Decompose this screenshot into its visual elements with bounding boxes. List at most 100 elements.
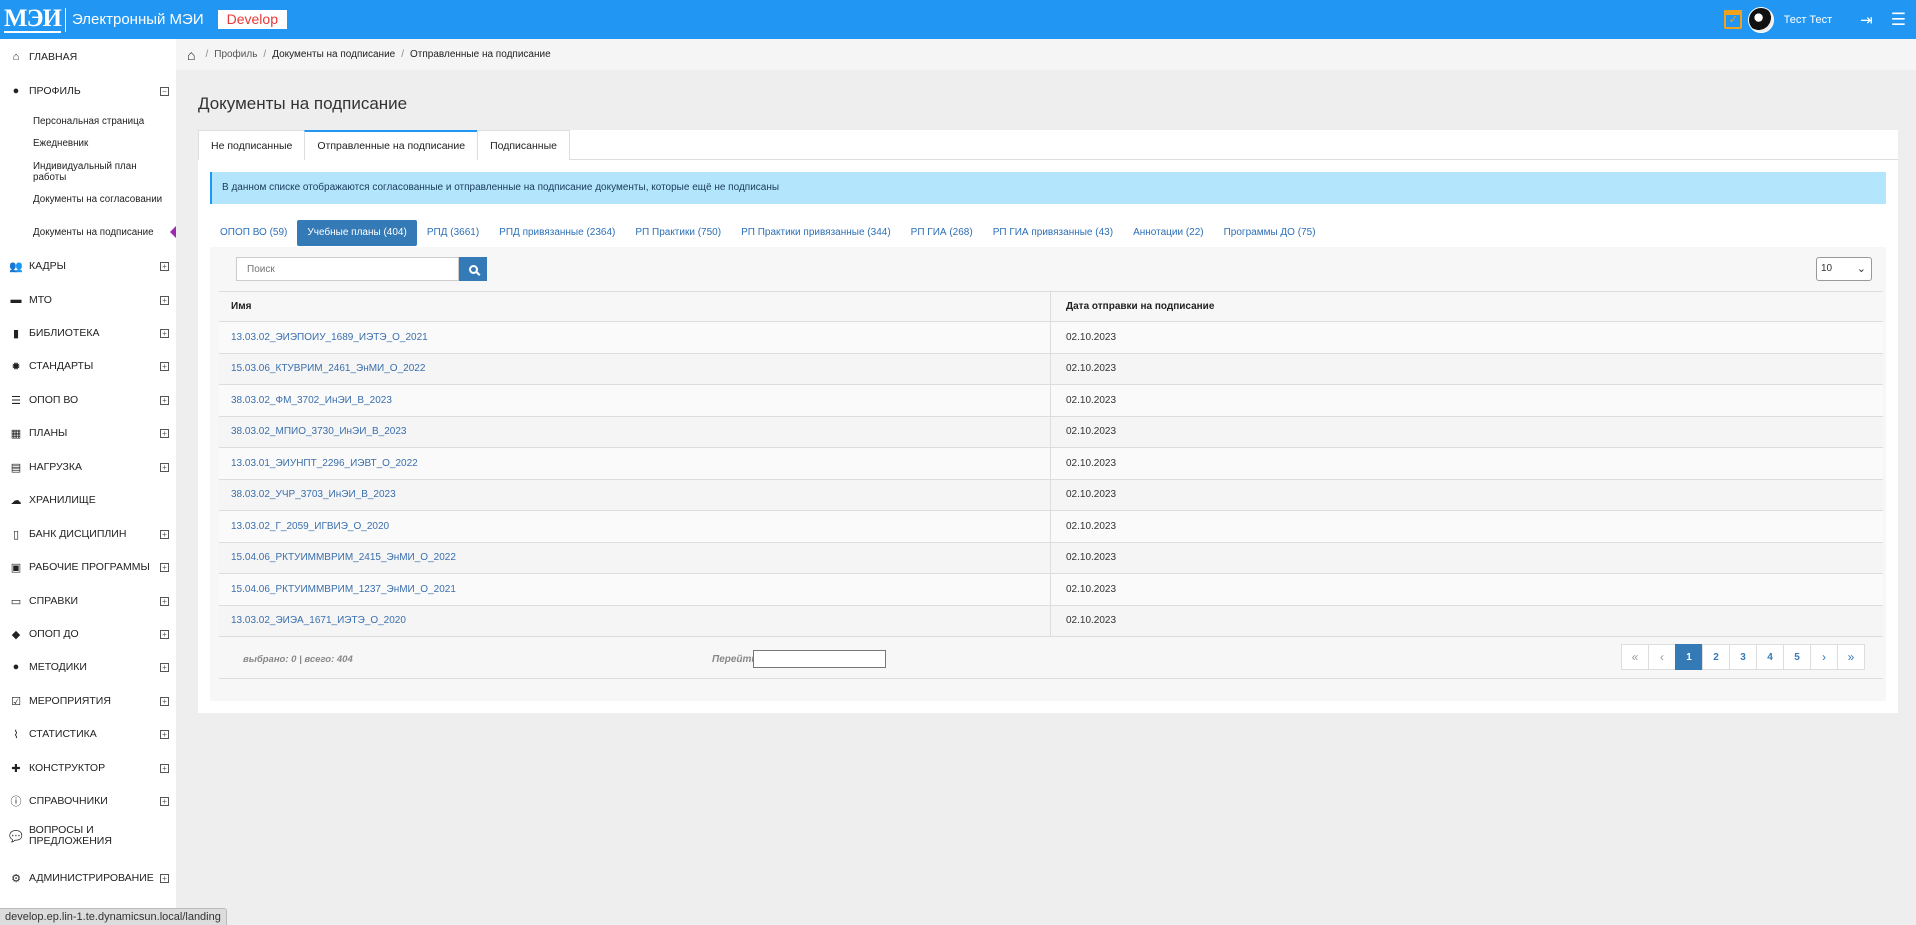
search-input[interactable] bbox=[236, 257, 459, 281]
expand-toggle[interactable]: + bbox=[160, 796, 169, 806]
expand-toggle[interactable]: + bbox=[160, 462, 169, 472]
pill-programs-do[interactable]: Программы ДО (75) bbox=[1214, 220, 1326, 246]
document-link[interactable]: 13.03.02_ЭИЭПОИУ_1689_ИЭТЭ_О_2021 bbox=[231, 332, 428, 343]
sidebar-item-staff[interactable]: 👥 КАДРЫ + bbox=[0, 258, 176, 274]
main-panel: Не подписанные Отправленные на подписани… bbox=[198, 130, 1898, 713]
column-header-name[interactable]: Имя bbox=[219, 292, 1051, 321]
expand-toggle[interactable]: + bbox=[160, 763, 169, 773]
sidebar-item-storage[interactable]: ☁ ХРАНИЛИЩЕ bbox=[0, 492, 176, 508]
sidebar-item-opop-do[interactable]: ◆ ОПОП ДО + bbox=[0, 626, 176, 642]
tab-sent-for-signing[interactable]: Отправленные на подписание bbox=[304, 130, 479, 160]
sidebar-sub-personal-page[interactable]: Персональная страница bbox=[33, 116, 168, 127]
pill-rp-practice[interactable]: РП Практики (750) bbox=[625, 220, 731, 246]
sidebar-item-label: РАБОЧИЕ ПРОГРАММЫ bbox=[29, 560, 150, 573]
page-button[interactable]: 4 bbox=[1756, 644, 1784, 670]
expand-toggle[interactable]: + bbox=[160, 629, 169, 639]
tab-signed[interactable]: Подписанные bbox=[477, 130, 570, 160]
home-icon[interactable]: ⌂ bbox=[187, 47, 195, 63]
page-button[interactable]: 5 bbox=[1783, 644, 1811, 670]
expand-toggle[interactable]: + bbox=[160, 662, 169, 672]
hamburger-menu-icon[interactable]: ☰ bbox=[1891, 10, 1906, 30]
puzzle-icon: ✚ bbox=[11, 762, 21, 775]
search-button[interactable] bbox=[459, 257, 487, 281]
first-page-icon[interactable]: « bbox=[1621, 644, 1649, 670]
logout-icon[interactable]: ⇥ bbox=[1860, 11, 1873, 29]
sidebar-item-work-programs[interactable]: ▣ РАБОЧИЕ ПРОГРАММЫ + bbox=[0, 559, 176, 575]
sidebar-item-label: СПРАВОЧНИКИ bbox=[29, 794, 108, 807]
pill-rp-practice-linked[interactable]: РП Практики привязанные (344) bbox=[731, 220, 901, 246]
sidebar-item-directories[interactable]: ⓘ СПРАВОЧНИКИ + bbox=[0, 793, 176, 809]
pill-annotations[interactable]: Аннотации (22) bbox=[1123, 220, 1214, 246]
expand-toggle[interactable]: + bbox=[160, 729, 169, 739]
tab-not-signed[interactable]: Не подписанные bbox=[198, 130, 306, 160]
chevron-down-icon: ⌄ bbox=[1856, 263, 1866, 275]
expand-toggle[interactable]: + bbox=[160, 562, 169, 572]
page-button[interactable]: 1 bbox=[1675, 644, 1703, 670]
avatar[interactable] bbox=[1747, 6, 1774, 33]
logo[interactable]: МЭИ Электронный МЭИ bbox=[0, 0, 204, 39]
sidebar-item-admin[interactable]: ⚙ АДМИНИСТРИРОВАНИЕ + bbox=[0, 870, 176, 886]
document-link[interactable]: 13.03.02_Г_2059_ИГВИЭ_О_2020 bbox=[231, 521, 389, 532]
pill-rpd[interactable]: РПД (3661) bbox=[417, 220, 489, 246]
expand-toggle[interactable]: + bbox=[160, 261, 169, 271]
page-size-select[interactable]: 10 ⌄ bbox=[1816, 257, 1872, 281]
sidebar-item-feedback[interactable]: 💬 ВОПРОСЫ И ПРЕДЛОЖЕНИЯ bbox=[0, 824, 176, 848]
sidebar-item-plans[interactable]: ▦ ПЛАНЫ + bbox=[0, 425, 176, 441]
calendar-check-icon[interactable] bbox=[1723, 10, 1742, 29]
expand-toggle[interactable]: + bbox=[160, 361, 169, 371]
pill-opop-vo[interactable]: ОПОП ВО (59) bbox=[210, 220, 297, 246]
expand-toggle[interactable]: + bbox=[160, 696, 169, 706]
breadcrumb-profile[interactable]: Профиль bbox=[214, 49, 257, 60]
collapse-toggle[interactable]: − bbox=[160, 86, 169, 96]
document-link[interactable]: 13.03.01_ЭИУНПТ_2296_ИЭВТ_О_2022 bbox=[231, 458, 418, 469]
prev-page-icon[interactable]: ‹ bbox=[1648, 644, 1676, 670]
expand-toggle[interactable]: + bbox=[160, 873, 169, 883]
page-button[interactable]: 3 bbox=[1729, 644, 1757, 670]
browser-status-url: develop.ep.lin-1.te.dynamicsun.local/lan… bbox=[0, 908, 227, 925]
pill-rpd-linked[interactable]: РПД привязанные (2364) bbox=[489, 220, 625, 246]
sidebar-item-profile[interactable]: ● ПРОФИЛЬ − bbox=[0, 83, 176, 99]
document-link[interactable]: 13.03.02_ЭИЭА_1671_ИЭТЭ_О_2020 bbox=[231, 615, 406, 626]
sidebar-item-mto[interactable]: ▬ МТО + bbox=[0, 292, 176, 308]
sidebar-item-certificates[interactable]: ▭ СПРАВКИ + bbox=[0, 593, 176, 609]
user-name[interactable]: Тест Тест bbox=[1784, 14, 1833, 26]
sidebar-sub-individual-plan[interactable]: Индивидуальный план работы bbox=[33, 161, 168, 183]
document-link[interactable]: 38.03.02_МПИО_3730_ИнЭИ_В_2023 bbox=[231, 426, 406, 437]
sidebar-item-home[interactable]: ⌂ ГЛАВНАЯ bbox=[0, 49, 176, 65]
sidebar-item-standards[interactable]: ✹ СТАНДАРТЫ + bbox=[0, 358, 176, 374]
expand-toggle[interactable]: + bbox=[160, 529, 169, 539]
expand-toggle[interactable]: + bbox=[160, 395, 169, 405]
sidebar-item-workload[interactable]: ▤ НАГРУЗКА + bbox=[0, 459, 176, 475]
sidebar-item-discipline-bank[interactable]: ▯ БАНК ДИСЦИПЛИН + bbox=[0, 526, 176, 542]
pill-rp-gia-linked[interactable]: РП ГИА привязанные (43) bbox=[983, 220, 1123, 246]
sidebar-sub-docs-approval[interactable]: Документы на согласовании bbox=[33, 194, 168, 205]
pill-study-plans[interactable]: Учебные планы (404) bbox=[297, 220, 417, 246]
document-link[interactable]: 15.03.06_КТУВРИМ_2461_ЭнМИ_О_2022 bbox=[231, 363, 425, 374]
expand-toggle[interactable]: + bbox=[160, 295, 169, 305]
sidebar-item-events[interactable]: ☑ МЕРОПРИЯТИЯ + bbox=[0, 693, 176, 709]
sidebar-item-library[interactable]: ▮ БИБЛИОТЕКА + bbox=[0, 325, 176, 341]
document-link[interactable]: 15.04.06_РКТУИММВРИМ_2415_ЭнМИ_О_2022 bbox=[231, 552, 456, 563]
document-link[interactable]: 38.03.02_ФМ_3702_ИнЭИ_В_2023 bbox=[231, 395, 392, 406]
sidebar-item-methods[interactable]: ● МЕТОДИКИ + bbox=[0, 659, 176, 675]
last-page-icon[interactable]: » bbox=[1837, 644, 1865, 670]
date-cell: 02.10.2023 bbox=[1066, 583, 1117, 595]
sidebar-item-statistics[interactable]: ⌇ СТАТИСТИКА + bbox=[0, 726, 176, 742]
pill-rp-gia[interactable]: РП ГИА (268) bbox=[901, 220, 983, 246]
sidebar-sub-docs-signing[interactable]: Документы на подписание bbox=[33, 227, 168, 238]
sidebar-sub-diary[interactable]: Ежедневник bbox=[33, 138, 168, 149]
expand-toggle[interactable]: + bbox=[160, 596, 169, 606]
search-group bbox=[236, 257, 487, 281]
expand-toggle[interactable]: + bbox=[160, 428, 169, 438]
next-page-icon[interactable]: › bbox=[1810, 644, 1838, 670]
sidebar-item-opop-vo[interactable]: ☰ ОПОП ВО + bbox=[0, 392, 176, 408]
page-button[interactable]: 2 bbox=[1702, 644, 1730, 670]
breadcrumb-docs-signing[interactable]: Документы на подписание bbox=[272, 49, 395, 60]
document-link[interactable]: 15.04.06_РКТУИММВРИМ_1237_ЭнМИ_О_2021 bbox=[231, 584, 456, 595]
expand-toggle[interactable]: + bbox=[160, 328, 169, 338]
sidebar-item-constructor[interactable]: ✚ КОНСТРУКТОР + bbox=[0, 760, 176, 776]
document-link[interactable]: 38.03.02_УЧР_3703_ИнЭИ_В_2023 bbox=[231, 489, 396, 500]
column-header-date[interactable]: Дата отправки на подписание bbox=[1051, 292, 1883, 321]
page-size-value: 10 bbox=[1821, 263, 1833, 274]
goto-page-input[interactable] bbox=[753, 650, 886, 668]
